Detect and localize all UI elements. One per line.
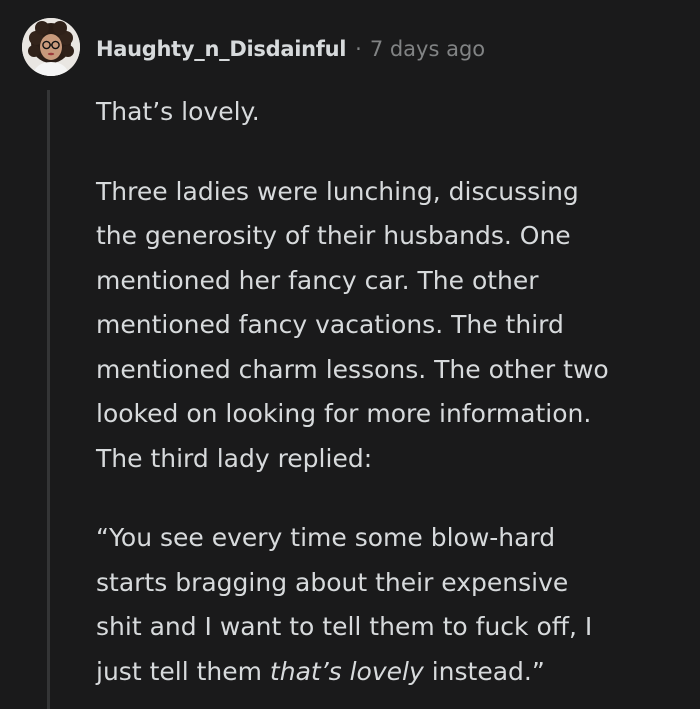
- meta-separator: ·: [355, 37, 362, 61]
- text-fragment: just tell them: [96, 656, 270, 686]
- comment-header: Haughty_n_Disdainful · 7 days ago: [96, 31, 485, 67]
- avatar-image: [22, 18, 80, 76]
- author-link[interactable]: Haughty_n_Disdainful: [96, 37, 346, 61]
- comment-paragraph-1: That’s lovely.: [96, 97, 260, 126]
- text-line: “You see every time some blow-hard: [96, 523, 556, 552]
- text-line: The third lady replied:: [96, 443, 373, 473]
- text-line: the generosity of their husbands. One: [96, 221, 571, 250]
- text-line: shit and I want to tell them to fuck off…: [96, 612, 593, 641]
- text-line: mentioned her fancy car. The other: [96, 265, 539, 295]
- text-line-last: just tell them that’s lovely instead.”: [96, 650, 686, 695]
- thread-collapse-line[interactable]: [47, 90, 50, 709]
- text-line: starts bragging about their expensive: [96, 567, 569, 597]
- comment-timestamp[interactable]: 7 days ago: [370, 37, 485, 61]
- comment-body: That’s lovely. Three ladies were lunchin…: [96, 90, 686, 694]
- avatar[interactable]: [22, 18, 80, 76]
- text-line: Three ladies were lunching, discussing: [96, 176, 579, 206]
- comment-paragraph-3: “You see every time some blow-hard start…: [96, 516, 686, 694]
- text-fragment: instead.”: [423, 656, 545, 686]
- italic-emphasis: that’s lovely: [269, 656, 424, 686]
- text-line: looked on looking for more information.: [96, 399, 592, 428]
- comment-paragraph-2: Three ladies were lunching, discussing t…: [96, 170, 686, 482]
- text-line: mentioned fancy vacations. The third: [96, 310, 564, 339]
- comment: Haughty_n_Disdainful · 7 days ago That’s…: [0, 0, 700, 709]
- text-line: mentioned charm lessons. The other two: [96, 354, 609, 384]
